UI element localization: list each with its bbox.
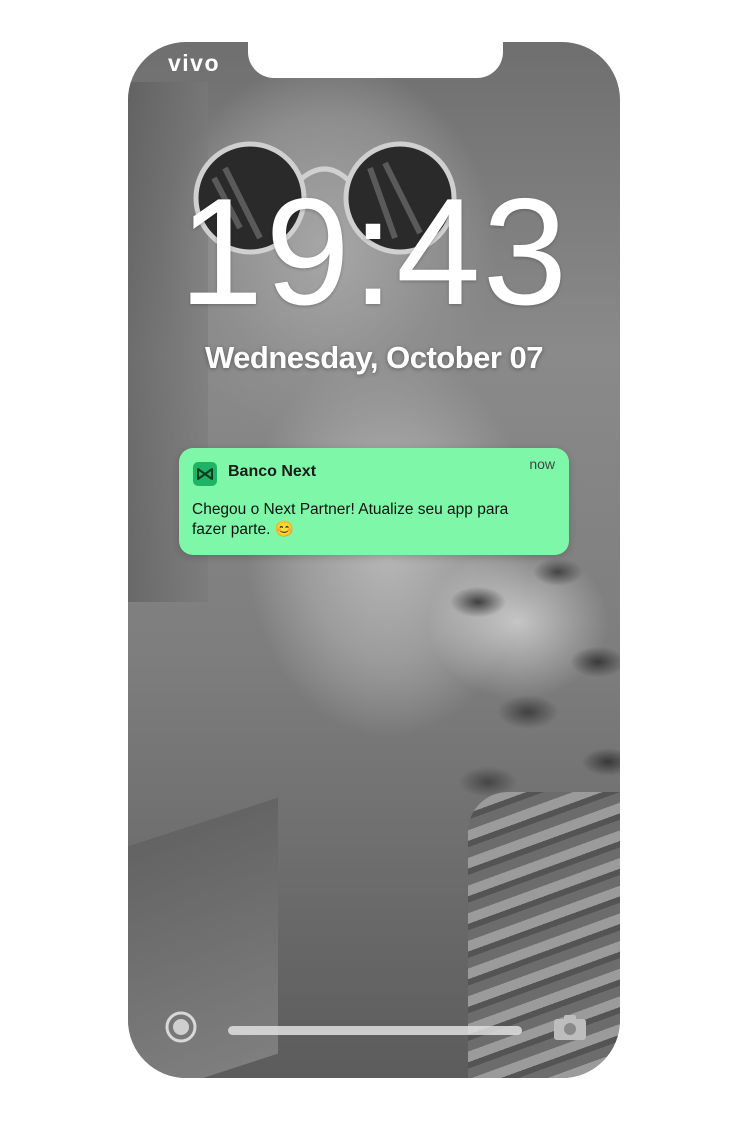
screen-notch — [248, 30, 503, 78]
home-indicator[interactable] — [228, 1026, 522, 1035]
lock-screen-time: 19:43 — [178, 167, 570, 337]
lock-screen-date: Wednesday, October 07 — [204, 340, 544, 375]
notification-app-name: Banco Next — [228, 463, 317, 480]
notification-time: now — [529, 456, 555, 472]
carrier-label: vivo — [168, 50, 221, 76]
banco-next-logo-icon — [193, 462, 217, 486]
wallpaper-basket — [468, 792, 620, 1078]
notification-banner[interactable]: Banco Next now Chegou o Next Partner! At… — [179, 448, 569, 555]
wallpaper-windowsill — [128, 797, 278, 1078]
camera-icon[interactable] — [553, 1013, 587, 1041]
wallpaper-plant — [418, 512, 620, 832]
flashlight-icon[interactable] — [165, 1011, 197, 1043]
notification-message: Chegou o Next Partner! Atualize seu app … — [192, 501, 509, 538]
